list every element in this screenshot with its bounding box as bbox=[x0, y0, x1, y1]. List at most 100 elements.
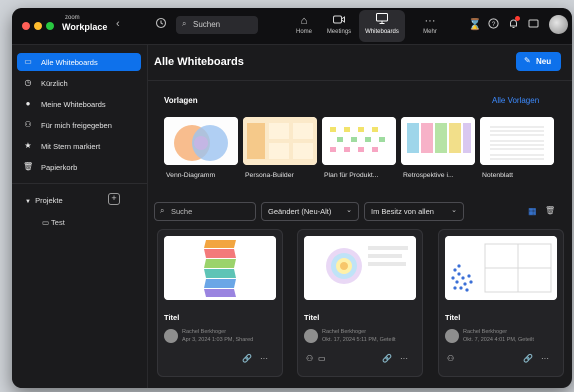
avatar bbox=[164, 329, 178, 343]
sidebar-item-label: Alle Whiteboards bbox=[41, 58, 98, 67]
all-templates-link[interactable]: Alle Vorlagen bbox=[492, 96, 539, 105]
sidebar-item-label: Papierkorb bbox=[41, 163, 78, 172]
hourglass-icon[interactable]: ⌛ bbox=[468, 18, 482, 31]
template-label: Plan für Produkt... bbox=[324, 172, 379, 179]
card-date: Okt. 7, 2024 4:01 PM, Geteilt bbox=[463, 337, 534, 343]
whiteboard-card[interactable]: Titel Rachel Berkhoger Apr 3, 2024 1:03 … bbox=[157, 229, 283, 377]
svg-text:?: ? bbox=[492, 21, 496, 28]
tab-meetings-label: Meetings bbox=[326, 29, 352, 35]
whiteboard-card[interactable]: Titel Rachel Berkhoger Okt. 17, 2024 5:1… bbox=[297, 229, 423, 377]
retrospective-thumbnail bbox=[401, 117, 475, 165]
sheet-music-thumbnail bbox=[480, 117, 554, 165]
user-avatar[interactable] bbox=[549, 15, 568, 34]
video-camera-icon bbox=[321, 13, 357, 29]
page-title: Alle Whiteboards bbox=[154, 56, 244, 68]
template-persona-builder[interactable] bbox=[243, 117, 317, 165]
grid-view-icon[interactable]: ▦ bbox=[528, 206, 537, 217]
sidebar-item-all-whiteboards[interactable]: ▭ Alle Whiteboards bbox=[17, 53, 141, 71]
sidebar-item-starred[interactable]: ★ Mit Stern markiert bbox=[17, 137, 141, 155]
owner-filter-dropdown[interactable]: Im Besitz von allen ⌄ bbox=[364, 202, 464, 221]
tab-whiteboards[interactable]: Whiteboards bbox=[359, 10, 405, 42]
search-icon: ⌕ bbox=[182, 19, 187, 28]
maximize-window-button[interactable] bbox=[46, 22, 54, 30]
tab-more[interactable]: ··· Mehr bbox=[415, 10, 445, 42]
add-project-button[interactable]: + bbox=[108, 193, 120, 205]
whiteboard-card[interactable]: Titel Rachel Berkhoger Okt. 7, 2024 4:01… bbox=[438, 229, 564, 377]
chevron-left-icon[interactable]: ‹ bbox=[116, 18, 120, 30]
sidebar-item-recent[interactable]: ◷ Kürzlich bbox=[17, 74, 141, 92]
template-label: Notenblatt bbox=[482, 172, 513, 179]
card-thumbnail bbox=[304, 236, 416, 300]
tab-home[interactable]: ⌂ Home bbox=[290, 10, 318, 42]
whiteboard-icon: ▭ bbox=[24, 57, 32, 66]
sidebar-item-trash[interactable]: 🗑 Papierkorb bbox=[17, 158, 141, 176]
card-thumbnail bbox=[445, 236, 557, 300]
caret-down-icon: ▼ bbox=[25, 199, 31, 205]
whiteboard-icon bbox=[359, 13, 405, 29]
sidebar-item-label: Meine Whiteboards bbox=[41, 100, 106, 109]
board-search-input[interactable]: ⌕ Suche bbox=[154, 202, 256, 221]
template-label: Retrospektive i... bbox=[403, 172, 454, 179]
project-label: Test bbox=[51, 218, 65, 227]
persona-builder-thumbnail bbox=[243, 117, 317, 165]
card-title: Titel bbox=[304, 313, 320, 322]
avatar bbox=[304, 329, 318, 343]
history-icon[interactable] bbox=[154, 17, 168, 31]
card-owner: Rachel Berkhoger bbox=[463, 329, 508, 335]
brand-name: Workplace bbox=[62, 22, 108, 32]
projects-label: Projekte bbox=[35, 196, 63, 205]
link-icon[interactable]: 🔗 bbox=[242, 354, 252, 363]
template-retrospective[interactable] bbox=[401, 117, 475, 165]
close-window-button[interactable] bbox=[22, 22, 30, 30]
sidebar-item-shared-with-me[interactable]: ⚇ Für mich freigegeben bbox=[17, 116, 141, 134]
projects-header[interactable]: ▼ Projekte bbox=[25, 196, 63, 205]
chevron-down-icon: ⌄ bbox=[451, 207, 457, 214]
sidebar-item-label: Kürzlich bbox=[41, 79, 68, 88]
template-venn-diagram[interactable] bbox=[164, 117, 238, 165]
card-title: Titel bbox=[445, 313, 461, 322]
brand-small: zoom bbox=[65, 15, 80, 21]
trash-icon: 🗑 bbox=[23, 162, 34, 171]
minimize-window-button[interactable] bbox=[34, 22, 42, 30]
people-icon: ⚇ bbox=[24, 120, 32, 129]
tab-whiteboards-label: Whiteboards bbox=[365, 29, 399, 35]
link-icon[interactable]: 🔗 bbox=[382, 354, 392, 363]
board-search-placeholder: Suche bbox=[171, 207, 193, 216]
template-sheet-music[interactable] bbox=[480, 117, 554, 165]
sidebar-item-label: Mit Stern markiert bbox=[41, 142, 101, 151]
clock-icon: ◷ bbox=[24, 78, 32, 87]
sidebar-item-my-whiteboards[interactable]: ● Meine Whiteboards bbox=[17, 95, 141, 113]
sidebar: ▭ Alle Whiteboards ◷ Kürzlich ● Meine Wh… bbox=[12, 45, 148, 388]
more-options-icon[interactable]: ··· bbox=[541, 354, 549, 363]
new-board-icon: ✎ bbox=[524, 56, 531, 65]
new-whiteboard-button[interactable]: ✎ Neu bbox=[516, 52, 561, 71]
people-icon: ⚇ bbox=[306, 354, 314, 363]
folder-icon: ▭ bbox=[318, 354, 326, 363]
home-icon: ⌂ bbox=[300, 15, 308, 27]
card-owner: Rachel Berkhoger bbox=[182, 329, 227, 335]
tab-meetings[interactable]: Meetings bbox=[321, 10, 357, 42]
app-window: zoom Workplace ‹ ⌕ Suchen ⌂ Home Meeting… bbox=[12, 8, 572, 388]
sidebar-item-project-test[interactable]: ▭ Test bbox=[42, 218, 65, 227]
help-icon[interactable]: ? bbox=[488, 18, 499, 32]
templates-heading: Vorlagen bbox=[164, 96, 198, 105]
sort-dropdown-value: Geändert (Neu-Alt) bbox=[268, 207, 332, 216]
template-label: Persona-Builder bbox=[245, 172, 294, 179]
top-search-input[interactable]: ⌕ Suchen bbox=[176, 16, 258, 34]
star-icon: ★ bbox=[24, 141, 32, 150]
link-icon[interactable]: 🔗 bbox=[523, 354, 533, 363]
card-thumbnail bbox=[164, 236, 276, 300]
tab-more-label: Mehr bbox=[423, 29, 437, 35]
avatar bbox=[445, 329, 459, 343]
search-icon: ⌕ bbox=[160, 206, 165, 215]
card-date: Apr 3, 2024 1:03 PM, Shared bbox=[182, 337, 254, 343]
template-product-plan[interactable] bbox=[322, 117, 396, 165]
more-options-icon[interactable]: ··· bbox=[400, 354, 408, 363]
window-icon[interactable] bbox=[528, 18, 539, 32]
tab-home-label: Home bbox=[295, 29, 312, 35]
more-options-icon[interactable]: ··· bbox=[260, 354, 268, 363]
header-divider bbox=[148, 80, 572, 81]
delete-icon[interactable]: 🗑 bbox=[545, 206, 555, 215]
sidebar-item-label: Für mich freigegeben bbox=[41, 121, 112, 130]
sort-dropdown[interactable]: Geändert (Neu-Alt) ⌄ bbox=[261, 202, 359, 221]
